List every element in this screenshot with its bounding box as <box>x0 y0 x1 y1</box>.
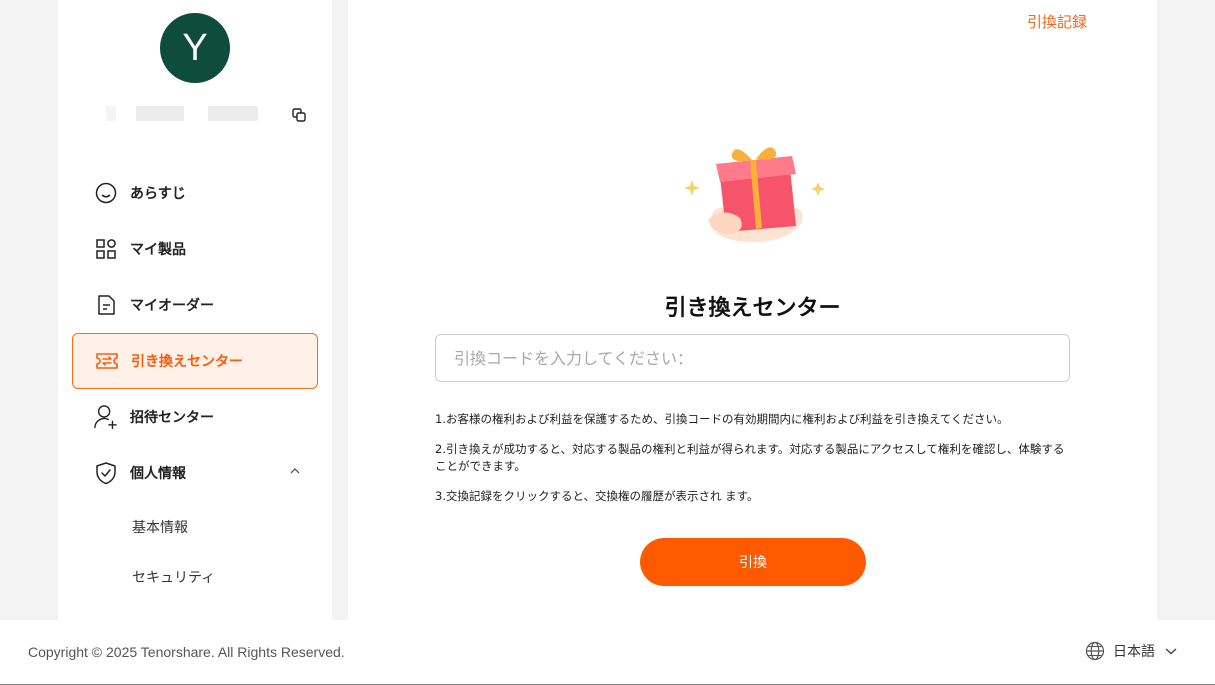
masked-text <box>136 106 184 121</box>
sidebar-item-overview[interactable]: あらすじ <box>72 165 318 221</box>
ticket-icon <box>95 349 119 373</box>
redeem-notes: 1.お客様の権利および利益を保護するため、引換コードの有効期間内に権利および利益… <box>435 411 1075 518</box>
language-selector[interactable]: 日本語 <box>1085 641 1177 661</box>
sidebar-item-label: あらすじ <box>130 186 186 202</box>
note-text: 3.交換記録をクリックすると、交換権の履歴が表示され ます。 <box>435 489 759 503</box>
sidebar-subitem-security[interactable]: セキュリティ <box>132 567 215 587</box>
sidebar: Y あらすじ マイ製品 マイオーダー 引き換えセンター 招待センター 個人情報 … <box>58 0 332 620</box>
document-icon <box>94 293 118 317</box>
grid-icon <box>94 237 118 261</box>
copyright-text: Copyright © 2025 Tenorshare. All Rights … <box>28 644 345 660</box>
sidebar-subitem-basic-info[interactable]: 基本情報 <box>132 517 188 537</box>
globe-icon <box>1085 641 1105 661</box>
note-text: 1.お客様の権利および利益を保護するため、引換コードの有効期間内に権利および利益… <box>435 412 1009 426</box>
copy-icon[interactable] <box>292 108 306 122</box>
sidebar-item-label: 招待センター <box>130 410 214 426</box>
sidebar-item-label: 引き換えセンター <box>131 354 243 370</box>
footer: Copyright © 2025 Tenorshare. All Rights … <box>0 620 1215 685</box>
main-panel: 引換記録 引き換えセンター 1.お客様の権利および利益を保護するため、引換コード… <box>348 0 1157 620</box>
sidebar-item-invite-center[interactable]: 招待センター <box>72 389 318 445</box>
masked-text <box>106 106 116 121</box>
sidebar-item-label: 個人情報 <box>130 466 186 482</box>
shield-check-icon <box>94 461 118 485</box>
language-label: 日本語 <box>1113 644 1155 660</box>
sidebar-item-my-orders[interactable]: マイオーダー <box>72 277 318 333</box>
user-add-icon <box>94 405 118 429</box>
gift-illustration <box>684 147 825 243</box>
redeem-history-link[interactable]: 引換記録 <box>1027 11 1087 32</box>
redeem-button[interactable]: 引換 <box>640 538 866 586</box>
masked-text <box>208 106 258 121</box>
sidebar-item-my-products[interactable]: マイ製品 <box>72 221 318 277</box>
redeem-code-input[interactable] <box>435 334 1070 382</box>
sidebar-item-personal-info[interactable]: 個人情報 <box>72 445 318 501</box>
avatar[interactable]: Y <box>160 13 230 83</box>
account-id-masked <box>106 104 306 124</box>
sidebar-item-label: マイオーダー <box>130 298 214 314</box>
chevron-up-icon[interactable] <box>290 467 300 475</box>
page-title: 引き換えセンター <box>664 296 841 321</box>
note-text: 2.引き換えが成功すると、対応する製品の権利と利益が得られます。対応する製品にア… <box>435 442 1065 473</box>
smile-icon <box>94 181 118 205</box>
sidebar-item-label: マイ製品 <box>130 242 186 258</box>
sidebar-item-redeem-center[interactable]: 引き換えセンター <box>72 333 318 389</box>
chevron-down-icon <box>1165 648 1177 655</box>
